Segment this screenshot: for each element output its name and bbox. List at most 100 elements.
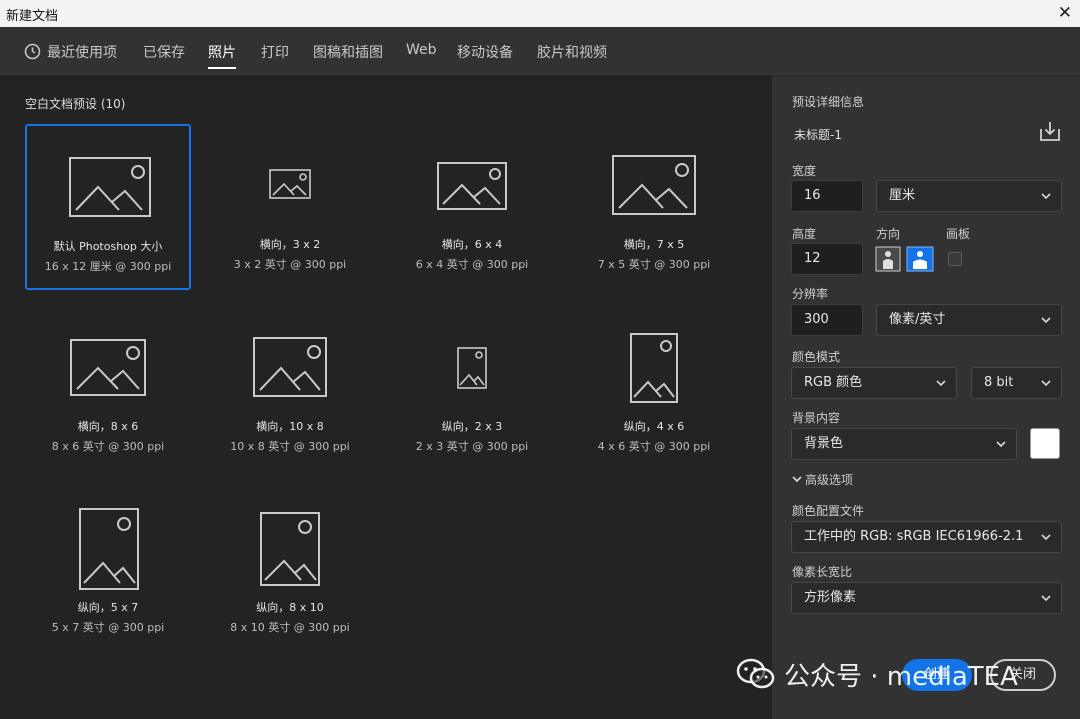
- color-profile-label: 颜色配置文件: [792, 504, 865, 518]
- tab-saved[interactable]: 已保存: [143, 42, 185, 62]
- preset-details-panel: 预设详细信息 未标题-1 宽度 16 厘米 高度 方向 画板 12 分辨率 30…: [772, 76, 1080, 719]
- preset-card[interactable]: 纵向，5 x 7 5 x 7 英寸 @ 300 ppi: [25, 487, 191, 653]
- width-unit-value: 厘米: [889, 188, 916, 203]
- tab-recent[interactable]: 最近使用项: [24, 42, 117, 62]
- tab-web[interactable]: Web: [406, 42, 437, 58]
- preset-name: 纵向，2 x 3: [441, 420, 503, 433]
- height-label: 高度: [792, 227, 817, 241]
- color-mode-select[interactable]: RGB 颜色: [791, 367, 957, 399]
- landscape-image-icon: [253, 337, 327, 397]
- preset-card[interactable]: 纵向，2 x 3 2 x 3 英寸 @ 300 ppi: [389, 306, 555, 472]
- chevron-down-icon: [1041, 534, 1051, 541]
- width-unit-select[interactable]: 厘米: [876, 180, 1062, 212]
- preset-size: 6 x 4 英寸 @ 300 ppi: [415, 258, 529, 271]
- window-title-bar: 新建文档 ✕: [0, 0, 1080, 27]
- portrait-image-icon: [457, 347, 487, 389]
- preset-card[interactable]: 横向，7 x 5 7 x 5 英寸 @ 300 ppi: [571, 124, 737, 290]
- width-label: 宽度: [792, 164, 817, 178]
- preset-card[interactable]: 横向，6 x 4 6 x 4 英寸 @ 300 ppi: [389, 124, 555, 290]
- color-mode-label: 颜色模式: [792, 350, 841, 364]
- tab-mobile[interactable]: 移动设备: [457, 42, 513, 62]
- landscape-image-icon: [437, 162, 507, 210]
- landscape-image-icon: [69, 157, 151, 217]
- landscape-orientation-icon[interactable]: [906, 246, 934, 272]
- tab-art-illustration[interactable]: 图稿和插图: [313, 42, 383, 62]
- orientation-label: 方向: [876, 227, 901, 241]
- resolution-field[interactable]: 300: [791, 304, 863, 336]
- preset-name: 横向，8 x 6: [77, 420, 139, 433]
- background-color-swatch[interactable]: [1030, 428, 1060, 459]
- preset-card[interactable]: 纵向，4 x 6 4 x 6 英寸 @ 300 ppi: [571, 306, 737, 472]
- preset-panel: 空白文档预设 (10) 默认 Photoshop 大小 16 x 12 厘米 @…: [0, 76, 772, 719]
- resolution-unit-select[interactable]: 像素/英寸: [876, 304, 1062, 336]
- advanced-options-toggle[interactable]: 高级选项: [792, 471, 853, 488]
- preset-card[interactable]: 横向，3 x 2 3 x 2 英寸 @ 300 ppi: [207, 124, 373, 290]
- width-field[interactable]: 16: [791, 180, 863, 212]
- chevron-down-icon: [996, 441, 1006, 448]
- pixel-aspect-label: 像素长宽比: [792, 565, 853, 579]
- resolution-label: 分辨率: [792, 287, 829, 301]
- tab-label: 图稿和插图: [313, 45, 383, 61]
- background-value: 背景色: [804, 436, 844, 451]
- preset-name: 纵向，4 x 6: [623, 420, 685, 433]
- preset-size: 8 x 10 英寸 @ 300 ppi: [230, 621, 350, 634]
- color-mode-value: RGB 颜色: [804, 375, 863, 390]
- bit-depth-value: 8 bit: [984, 375, 1014, 390]
- close-button[interactable]: 关闭: [990, 659, 1056, 691]
- preset-card[interactable]: 默认 Photoshop 大小 16 x 12 厘米 @ 300 ppi: [25, 124, 191, 290]
- preset-size: 3 x 2 英寸 @ 300 ppi: [233, 258, 347, 271]
- preset-name: 横向，7 x 5: [623, 238, 685, 251]
- artboard-label: 画板: [946, 227, 971, 241]
- height-field[interactable]: 12: [791, 243, 863, 275]
- background-select[interactable]: 背景色: [791, 428, 1017, 460]
- preset-size: 8 x 6 英寸 @ 300 ppi: [51, 440, 165, 453]
- preset-name: 横向，6 x 4: [441, 238, 503, 251]
- preset-name: 横向，3 x 2: [259, 238, 321, 251]
- window-close-icon[interactable]: ✕: [1058, 3, 1072, 23]
- tab-label: 胶片和视频: [537, 45, 607, 61]
- tab-label: 已保存: [143, 45, 185, 61]
- color-profile-value: 工作中的 RGB: sRGB IEC61966-2.1: [804, 529, 1024, 544]
- preset-size: 2 x 3 英寸 @ 300 ppi: [415, 440, 529, 453]
- resolution-unit-value: 像素/英寸: [889, 312, 946, 327]
- tab-print[interactable]: 打印: [261, 42, 289, 62]
- preset-card[interactable]: 横向，10 x 8 10 x 8 英寸 @ 300 ppi: [207, 306, 373, 472]
- chevron-down-icon: [1041, 193, 1051, 200]
- tab-photo[interactable]: 照片: [208, 42, 236, 69]
- landscape-image-icon: [70, 339, 146, 396]
- details-section-label: 预设详细信息: [792, 95, 865, 109]
- chevron-down-icon: [1041, 317, 1051, 324]
- portrait-orientation-icon[interactable]: [875, 246, 901, 272]
- tab-label: 打印: [261, 45, 289, 61]
- artboard-checkbox[interactable]: [948, 252, 962, 266]
- save-preset-icon[interactable]: [1039, 120, 1061, 142]
- pixel-aspect-value: 方形像素: [804, 590, 857, 605]
- tab-label: 移动设备: [457, 45, 513, 61]
- tab-film-video[interactable]: 胶片和视频: [537, 42, 607, 62]
- create-button[interactable]: 创建: [902, 659, 972, 691]
- pixel-aspect-select[interactable]: 方形像素: [791, 582, 1062, 614]
- landscape-image-icon: [612, 155, 696, 215]
- advanced-options-label: 高级选项: [805, 473, 854, 487]
- preset-size: 16 x 12 厘米 @ 300 ppi: [44, 260, 172, 273]
- preset-card[interactable]: 纵向，8 x 10 8 x 10 英寸 @ 300 ppi: [207, 487, 373, 653]
- preset-size: 4 x 6 英寸 @ 300 ppi: [597, 440, 711, 453]
- portrait-image-icon: [260, 512, 320, 586]
- chevron-down-icon: [792, 476, 802, 483]
- preset-name: 纵向，5 x 7: [77, 601, 139, 614]
- background-label: 背景内容: [792, 411, 841, 425]
- preset-section-title: 空白文档预设 (10): [25, 97, 126, 111]
- clock-icon: [24, 43, 41, 60]
- tab-label: Web: [406, 42, 437, 58]
- color-profile-select[interactable]: 工作中的 RGB: sRGB IEC61966-2.1: [791, 521, 1062, 553]
- document-name[interactable]: 未标题-1: [794, 126, 842, 143]
- landscape-image-icon: [269, 169, 311, 199]
- bit-depth-select[interactable]: 8 bit: [971, 367, 1062, 399]
- window-title: 新建文档: [6, 9, 59, 24]
- tab-label: 照片: [208, 45, 236, 61]
- category-tab-bar: 最近使用项 已保存 照片 打印 图稿和插图 Web 移动设备 胶片和视频: [0, 27, 1080, 75]
- preset-card[interactable]: 横向，8 x 6 8 x 6 英寸 @ 300 ppi: [25, 306, 191, 472]
- preset-size: 10 x 8 英寸 @ 300 ppi: [230, 440, 350, 453]
- chevron-down-icon: [1041, 380, 1051, 387]
- preset-name: 纵向，8 x 10: [256, 601, 324, 614]
